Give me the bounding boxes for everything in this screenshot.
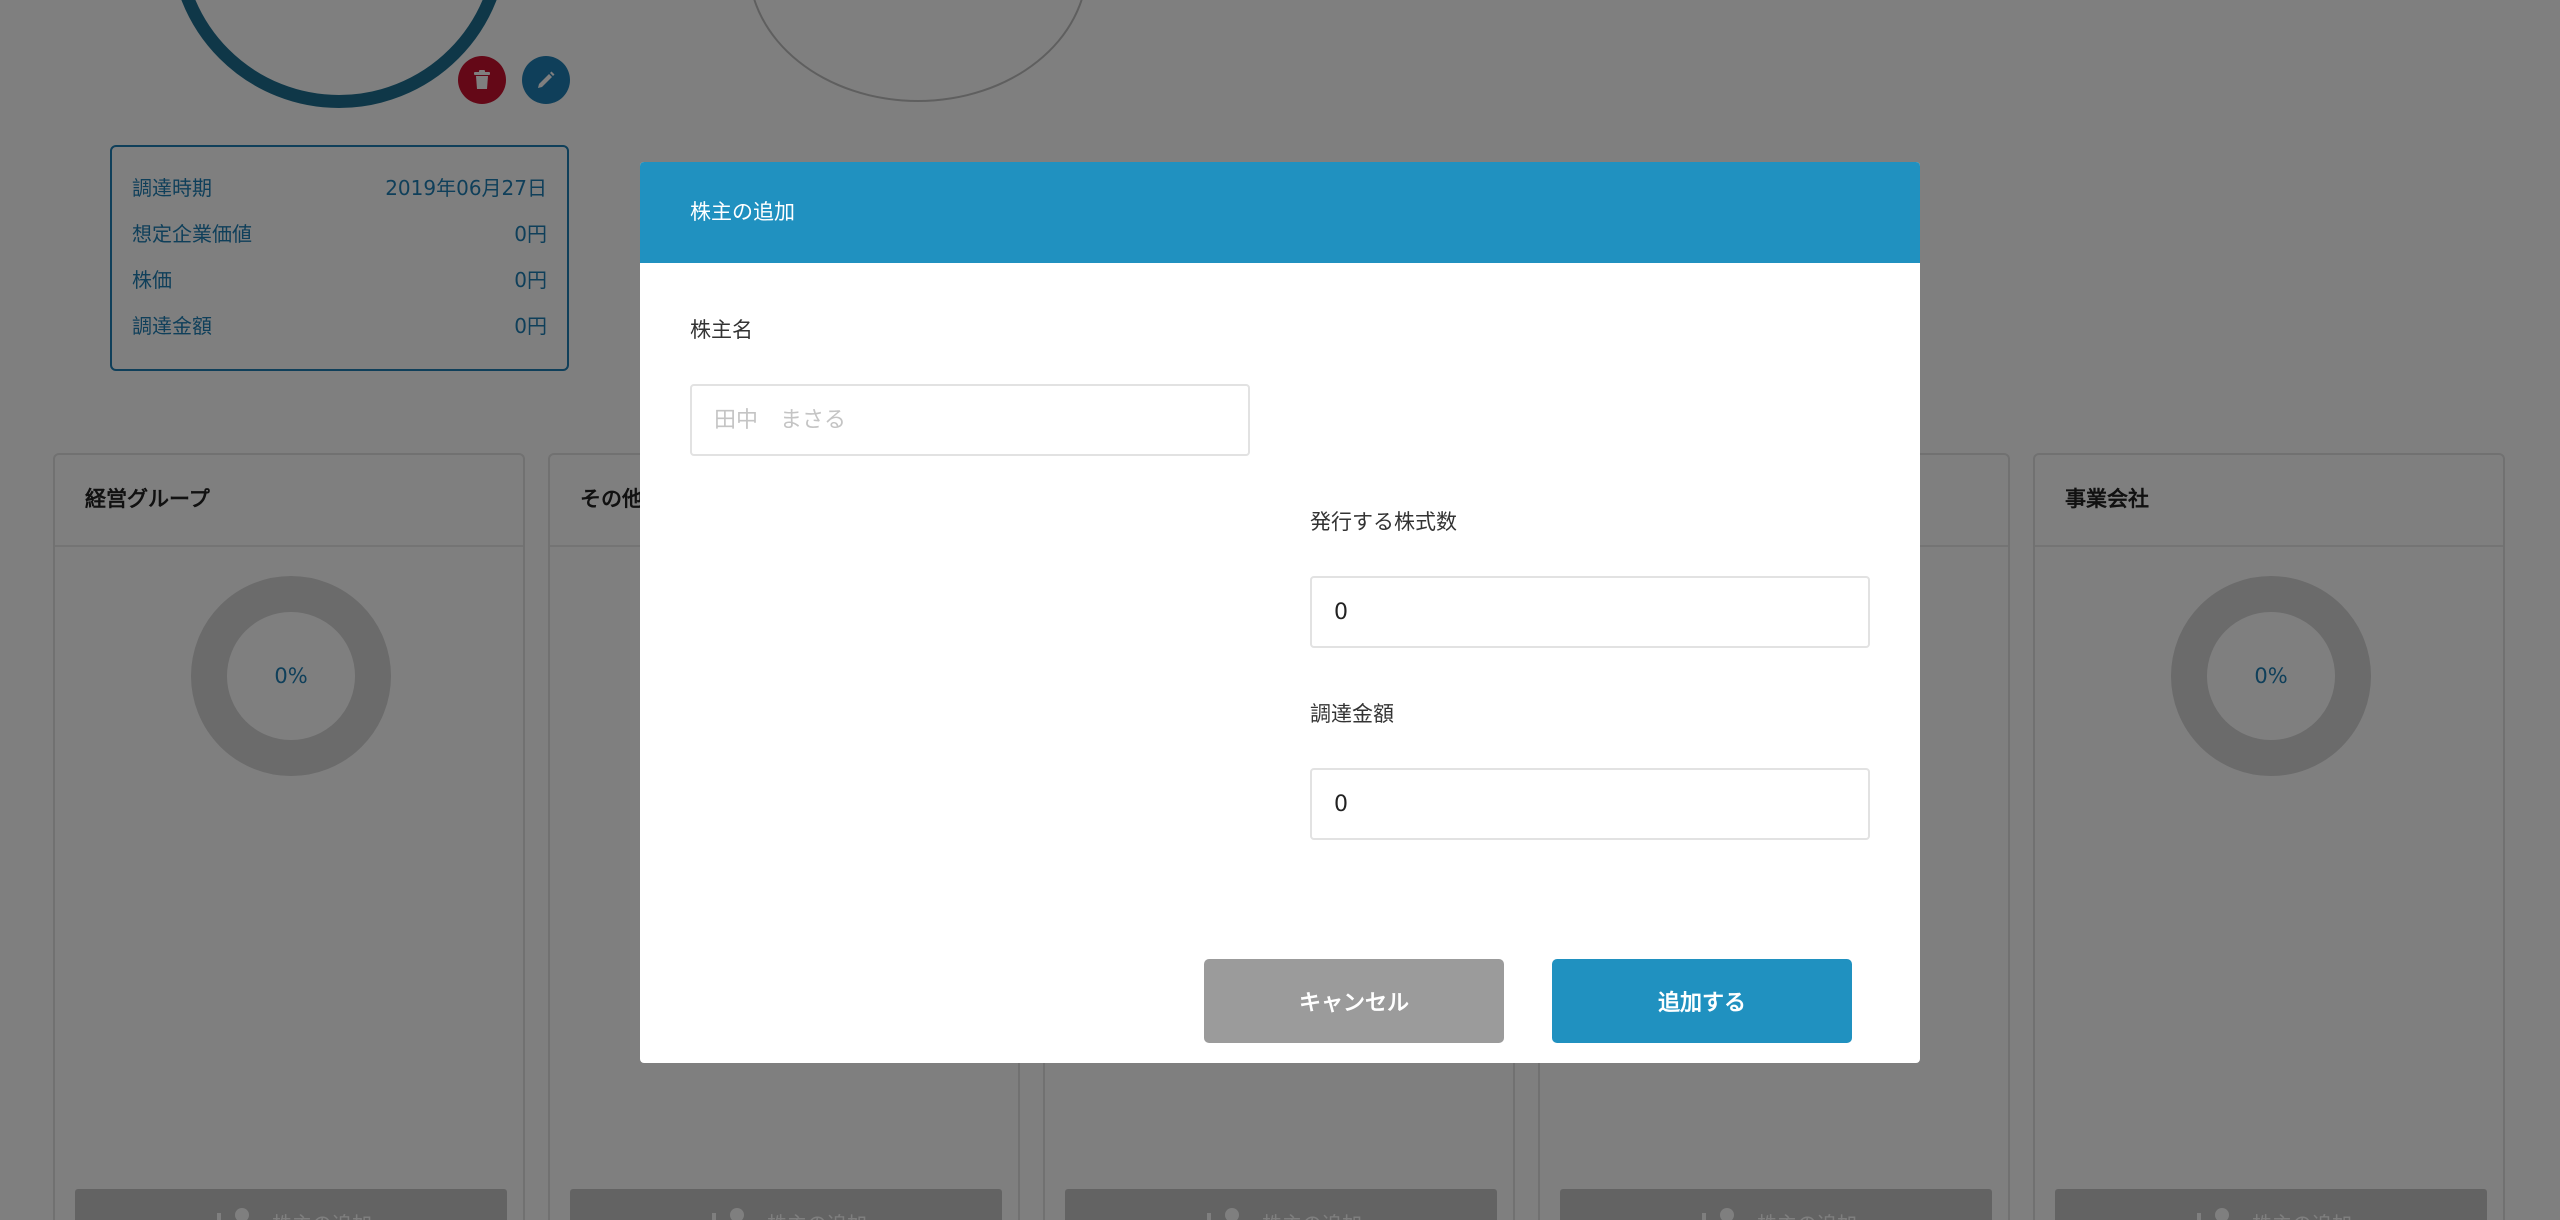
funding-amount-label: 調達金額 (1310, 702, 1394, 726)
shares-count-label: 発行する株式数 (1310, 510, 1457, 534)
funding-amount-input[interactable] (1310, 768, 1870, 840)
modal-title: 株主の追加 (640, 162, 1920, 263)
add-shareholder-modal: 株主の追加 株主名 発行する株式数 調達金額 キャンセル 追加する (640, 162, 1920, 1063)
add-button[interactable]: 追加する (1552, 959, 1852, 1043)
shares-count-input[interactable] (1310, 576, 1870, 648)
cancel-button[interactable]: キャンセル (1204, 959, 1504, 1043)
shareholder-name-label: 株主名 (690, 318, 753, 342)
shareholder-name-input[interactable] (690, 384, 1250, 456)
